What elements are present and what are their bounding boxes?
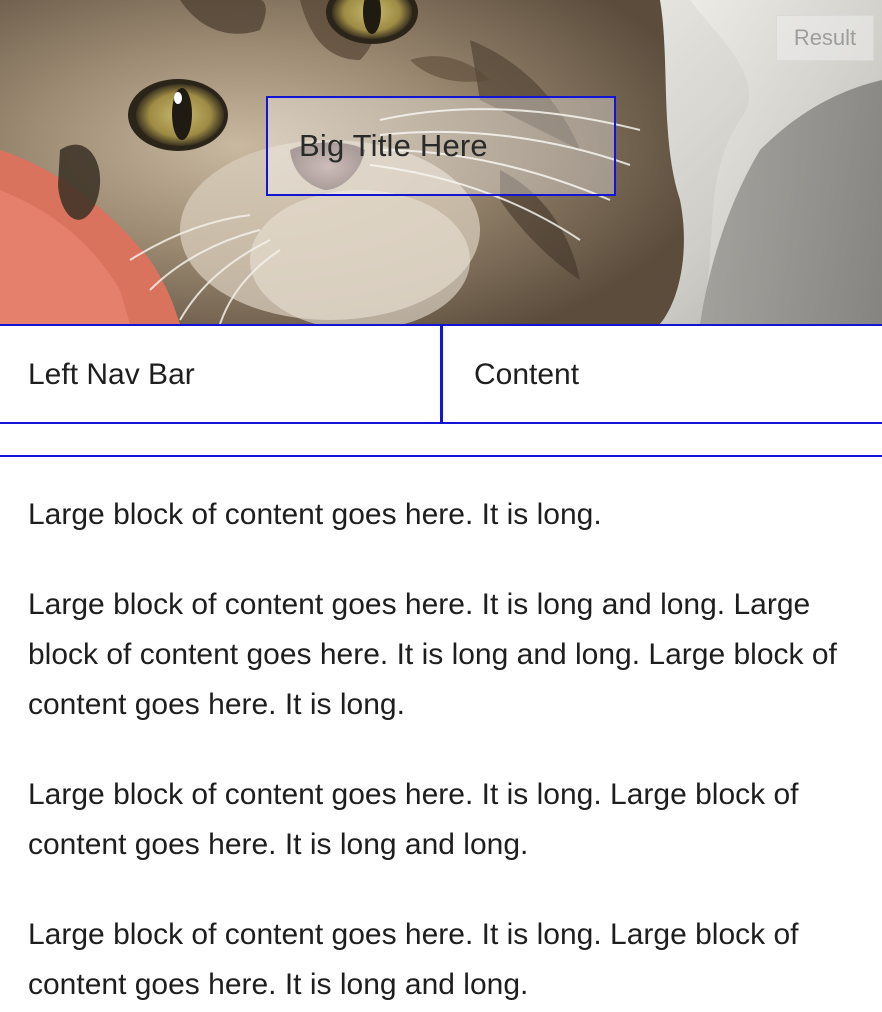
content-panel[interactable]: Content <box>443 326 882 422</box>
result-button[interactable]: Result <box>776 15 874 61</box>
page: Result Big Title Here Left Nav Bar Conte… <box>0 0 882 1012</box>
content-paragraph: Large block of content goes here. It is … <box>28 588 837 721</box>
content-paragraph: Large block of content goes here. It is … <box>28 918 799 1001</box>
left-nav-bar-label: Left Nav Bar <box>28 358 195 391</box>
title-box: Big Title Here <box>266 96 616 196</box>
main-content: Large block of content goes here. It is … <box>28 490 858 1012</box>
nav-row: Left Nav Bar Content <box>0 324 882 424</box>
divider-line <box>0 455 882 457</box>
content-panel-label: Content <box>474 358 580 391</box>
content-paragraph: Large block of content goes here. It is … <box>28 778 799 861</box>
page-title: Big Title Here <box>299 128 488 163</box>
hero-banner: Result Big Title Here <box>0 0 882 324</box>
content-paragraph: Large block of content goes here. It is … <box>28 498 602 531</box>
left-nav-bar[interactable]: Left Nav Bar <box>0 326 440 422</box>
